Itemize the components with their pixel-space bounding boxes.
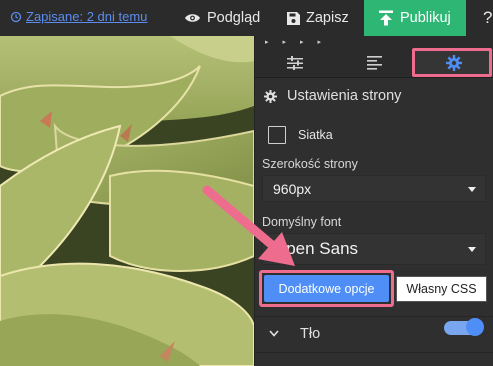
arrow-right-icon[interactable]: ▸ [265,38,269,46]
sliders-icon [286,55,303,70]
history-icon [10,11,22,22]
settings-panel: ▸ ▸ ▸ ▸ Ustawienia strony Siatka Szeroko… [254,36,493,366]
canvas-image [0,36,254,366]
preview-button[interactable]: Podgląd [184,0,260,36]
publish-button[interactable]: Publikuj [364,0,466,36]
panel-divider [255,352,493,366]
save-button[interactable]: Zapisz [287,0,349,36]
grid-label: Siatka [298,128,333,142]
background-section[interactable]: Tło [255,316,493,352]
saved-status-link[interactable]: Zapisane: 2 dni temu [10,9,147,24]
extra-options-button[interactable]: Dodatkowe opcje [264,275,389,302]
arrow-right-icon[interactable]: ▸ [283,38,287,46]
background-label: Tło [300,326,321,342]
succulent-photo [0,36,254,366]
extra-options-label: Dodatkowe opcje [278,281,375,296]
align-left-icon [367,55,382,70]
gear-icon [264,89,277,103]
page-settings-heading: Ustawienia strony [264,88,401,104]
publish-label: Publikuj [400,10,451,26]
default-font-label: Domyślny font [262,215,342,229]
floppy-icon [287,11,300,25]
default-font-value: Open Sans [273,239,359,258]
caret-down-icon [468,186,476,192]
page-width-select[interactable]: 960px [262,175,486,202]
tab-highlight-frame [412,48,492,77]
page-width-label: Szerokość strony [262,157,358,171]
caret-down-icon [468,247,476,252]
preview-label: Podgląd [207,10,261,26]
help-label: ? [483,8,493,27]
arrow-right-icon[interactable]: ▸ [318,38,322,46]
background-toggle[interactable] [444,318,484,336]
save-label: Zapisz [306,10,349,26]
top-bar: Zapisane: 2 dni temu Podgląd Zapisz Publ… [0,0,493,36]
custom-css-label: Własny CSS [406,282,477,296]
tab-content[interactable] [335,48,415,77]
toggle-knob [466,318,484,336]
section-title-label: Ustawienia strony [287,88,402,104]
custom-css-button[interactable]: Własny CSS [396,276,487,302]
chevron-down-icon [269,330,279,337]
help-button[interactable]: ? [483,0,492,36]
grid-option: Siatka [268,126,333,144]
arrow-right-icon[interactable]: ▸ [300,38,304,46]
upload-icon [379,10,393,26]
grid-checkbox[interactable] [268,126,286,144]
page-width-value: 960px [273,180,312,197]
panel-arrows: ▸ ▸ ▸ ▸ [255,36,493,48]
saved-status-label: Zapisane: 2 dni temu [26,9,148,24]
tab-controls[interactable] [255,48,335,77]
panel-tabs [255,48,493,78]
eye-icon [185,14,200,22]
default-font-select[interactable]: Open Sans [262,233,486,265]
